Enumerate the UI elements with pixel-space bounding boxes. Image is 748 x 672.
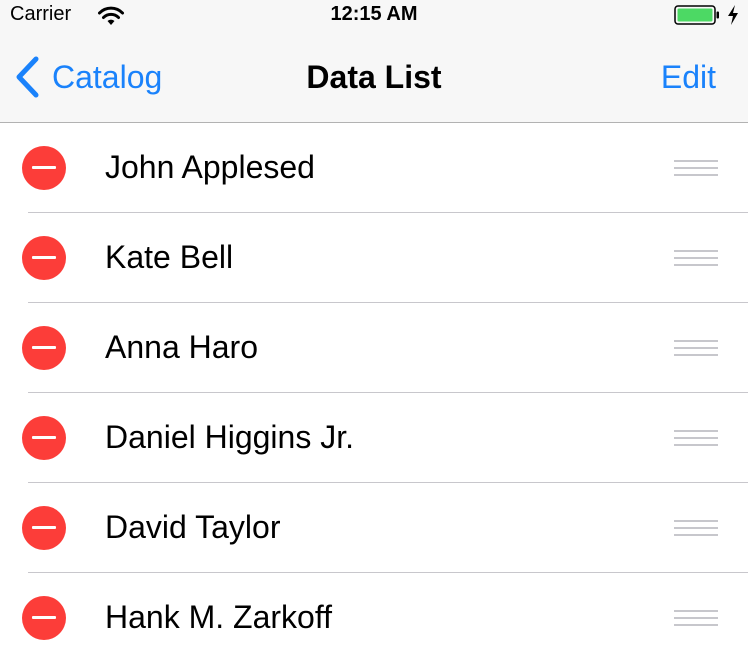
- reorder-handle-icon[interactable]: [674, 428, 718, 448]
- list-item-label: Hank M. Zarkoff: [105, 599, 333, 635]
- minus-icon: [32, 526, 56, 529]
- reorder-handle-icon[interactable]: [674, 518, 718, 538]
- minus-icon: [32, 166, 56, 169]
- reorder-handle-icon[interactable]: [674, 158, 718, 178]
- status-bar: Carrier 12:15 AM: [0, 0, 748, 30]
- list-item-label: David Taylor: [105, 509, 281, 545]
- list-item-label: Daniel Higgins Jr.: [105, 419, 354, 455]
- list-item-label: Kate Bell: [105, 239, 234, 275]
- list-item[interactable]: David Taylor: [0, 483, 748, 573]
- delete-button[interactable]: [22, 596, 66, 640]
- reorder-handle-icon[interactable]: [674, 248, 718, 268]
- list-item[interactable]: John Applesed: [0, 123, 748, 213]
- delete-button[interactable]: [22, 236, 66, 280]
- screen: Carrier 12:15 AM Catalog Data List Edit: [0, 0, 748, 672]
- reorder-handle-icon[interactable]: [674, 338, 718, 358]
- list-item[interactable]: Hank M. Zarkoff: [0, 573, 748, 663]
- delete-button[interactable]: [22, 326, 66, 370]
- edit-button[interactable]: Edit: [661, 59, 716, 96]
- charging-bolt-icon: [728, 5, 738, 25]
- minus-icon: [32, 616, 56, 619]
- minus-icon: [32, 346, 56, 349]
- delete-button[interactable]: [22, 416, 66, 460]
- data-list: John Applesed Kate Bell Anna Haro Daniel…: [0, 123, 748, 663]
- page-title: Data List: [306, 59, 442, 95]
- minus-icon: [32, 256, 56, 259]
- list-item[interactable]: Daniel Higgins Jr.: [0, 393, 748, 483]
- delete-button[interactable]: [22, 506, 66, 550]
- navigation-bar: Catalog Data List Edit: [0, 30, 748, 123]
- reorder-handle-icon[interactable]: [674, 608, 718, 628]
- list-item[interactable]: Kate Bell: [0, 213, 748, 303]
- minus-icon: [32, 436, 56, 439]
- list-item-label: Anna Haro: [105, 329, 258, 365]
- delete-button[interactable]: [22, 146, 66, 190]
- list-item-label: John Applesed: [105, 149, 315, 185]
- list-item[interactable]: Anna Haro: [0, 303, 748, 393]
- battery-icon: [674, 5, 719, 25]
- clock-time: 12:15 AM: [330, 3, 418, 25]
